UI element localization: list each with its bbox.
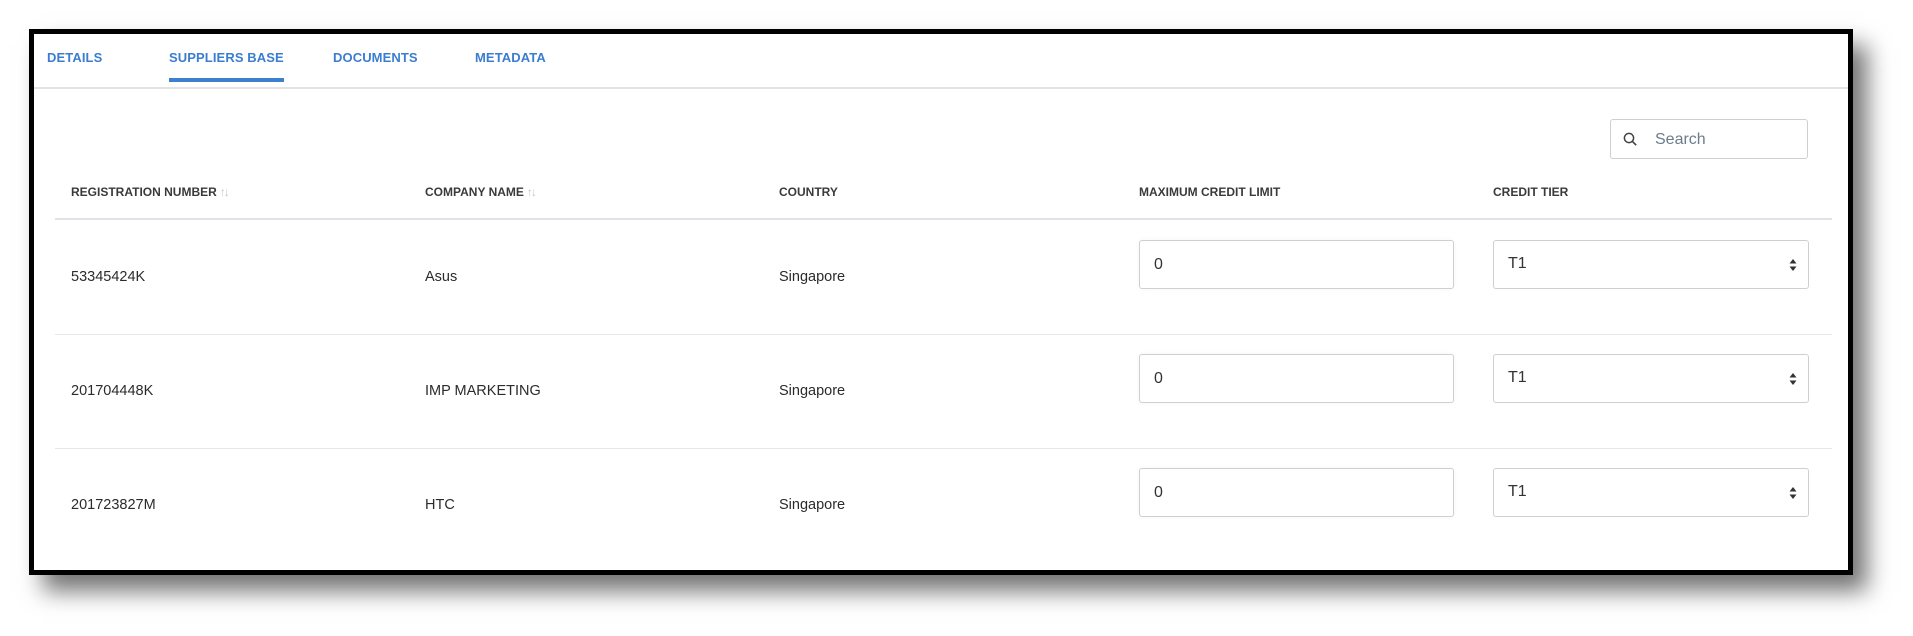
sort-icon[interactable]: ↑↓ bbox=[220, 185, 230, 199]
credit-tier-value: T1 bbox=[1508, 483, 1527, 500]
credit-tier-select[interactable]: T1 bbox=[1493, 354, 1809, 403]
table-header: REGISTRATION NUMBER ↑↓ COMPANY NAME ↑↓ COU… bbox=[55, 162, 1832, 220]
column-header-registration-number[interactable]: REGISTRATION NUMBER ↑↓ bbox=[71, 185, 230, 199]
search-box[interactable] bbox=[1610, 119, 1808, 160]
company-name-cell: HTC bbox=[425, 497, 455, 513]
registration-number-cell: 201704448K bbox=[71, 383, 154, 399]
credit-tier-value: T1 bbox=[1508, 255, 1527, 272]
credit-tier-select[interactable]: T1 bbox=[1493, 468, 1809, 517]
tab-suppliers-base[interactable]: SUPPLIERS BASE bbox=[169, 50, 284, 82]
country-cell: Singapore bbox=[779, 497, 846, 513]
search-icon bbox=[1623, 132, 1637, 146]
column-header-country: COUNTRY bbox=[779, 185, 838, 199]
select-arrows-icon bbox=[1789, 487, 1797, 499]
max-credit-limit-input[interactable] bbox=[1139, 468, 1454, 517]
column-header-credit-tier: CREDIT TIER bbox=[1493, 185, 1569, 199]
sort-icon[interactable]: ↑↓ bbox=[527, 185, 537, 199]
company-name-cell: IMP MARKETING bbox=[425, 383, 541, 399]
tab-documents[interactable]: DOCUMENTS bbox=[333, 50, 418, 79]
max-credit-limit-input[interactable] bbox=[1139, 240, 1454, 289]
column-header-company-name[interactable]: COMPANY NAME ↑↓ bbox=[425, 185, 537, 199]
table-row: 53345424K Asus Singapore T1 bbox=[55, 220, 1832, 335]
credit-tier-select[interactable]: T1 bbox=[1493, 240, 1809, 289]
registration-number-cell: 201723827M bbox=[71, 497, 156, 513]
company-name-cell: Asus bbox=[425, 269, 458, 285]
tab-details[interactable]: DETAILS bbox=[47, 50, 102, 79]
table-row: 201723827M HTC Singapore T1 bbox=[55, 448, 1832, 562]
credit-tier-value: T1 bbox=[1508, 369, 1527, 386]
registration-number-cell: 53345424K bbox=[71, 269, 146, 285]
tab-metadata[interactable]: METADATA bbox=[475, 50, 546, 79]
suppliers-panel: DETAILS SUPPLIERS BASE DOCUMENTS METADAT… bbox=[29, 29, 1853, 575]
country-cell: Singapore bbox=[779, 383, 846, 399]
column-header-max-credit-limit: MAXIMUM CREDIT LIMIT bbox=[1139, 185, 1281, 199]
search-input[interactable] bbox=[1653, 120, 1805, 160]
max-credit-limit-input[interactable] bbox=[1139, 354, 1454, 403]
select-arrows-icon bbox=[1789, 259, 1797, 271]
country-cell: Singapore bbox=[779, 269, 846, 285]
select-arrows-icon bbox=[1789, 373, 1797, 385]
table-row: 201704448K IMP MARKETING Singapore T1 bbox=[55, 334, 1832, 449]
tab-bar: DETAILS SUPPLIERS BASE DOCUMENTS METADAT… bbox=[34, 34, 1848, 89]
